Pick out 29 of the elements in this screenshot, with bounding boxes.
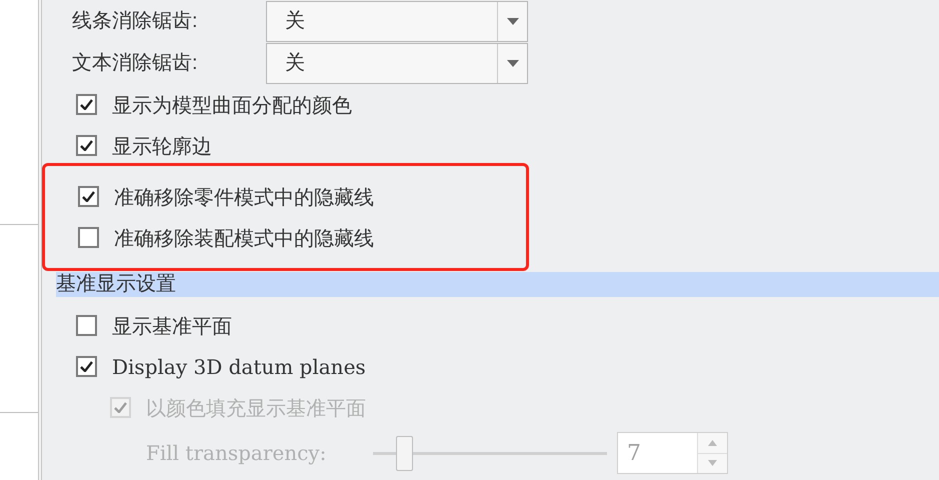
dropdown-value: 关 (284, 9, 306, 34)
checkbox[interactable] (76, 94, 97, 115)
dropdown-arrow-icon (506, 18, 518, 24)
section-header: 基准显示设置 (56, 272, 939, 297)
checkbox-label: 以颜色填充显示基准平面 (146, 394, 366, 422)
slider-label: Fill transparency: (146, 440, 328, 467)
checkmark-icon (80, 99, 93, 110)
checkmark-icon (114, 402, 127, 413)
checkbox[interactable] (76, 315, 97, 336)
spin-value: 7 (626, 440, 642, 468)
checkbox-label: 显示轮廓边 (112, 132, 212, 160)
checkbox-label: 准确移除零件模式中的隐藏线 (114, 184, 374, 210)
dropdown-value: 关 (284, 51, 306, 76)
checkbox[interactable] (78, 227, 99, 248)
checkmark-icon (82, 191, 95, 202)
field-label: 文本消除锯齿: (72, 51, 199, 76)
checkbox[interactable] (76, 356, 97, 377)
field-label: 线条消除锯齿: (72, 9, 199, 34)
checkbox-label: Display 3D datum planes (112, 354, 366, 380)
checkbox-label: 准确移除装配模式中的隐藏线 (114, 224, 374, 252)
dropdown-arrow-icon (506, 60, 518, 66)
dropdown[interactable]: 关 (266, 42, 528, 84)
checkbox[interactable] (78, 186, 99, 207)
checkbox-label: 显示基准平面 (112, 312, 232, 340)
dropdown[interactable]: 关 (266, 0, 528, 42)
checkmark-icon (80, 361, 93, 372)
checkbox[interactable] (76, 135, 97, 156)
checkbox-label: 显示为模型曲面分配的颜色 (112, 92, 352, 118)
checkmark-icon (80, 140, 93, 151)
